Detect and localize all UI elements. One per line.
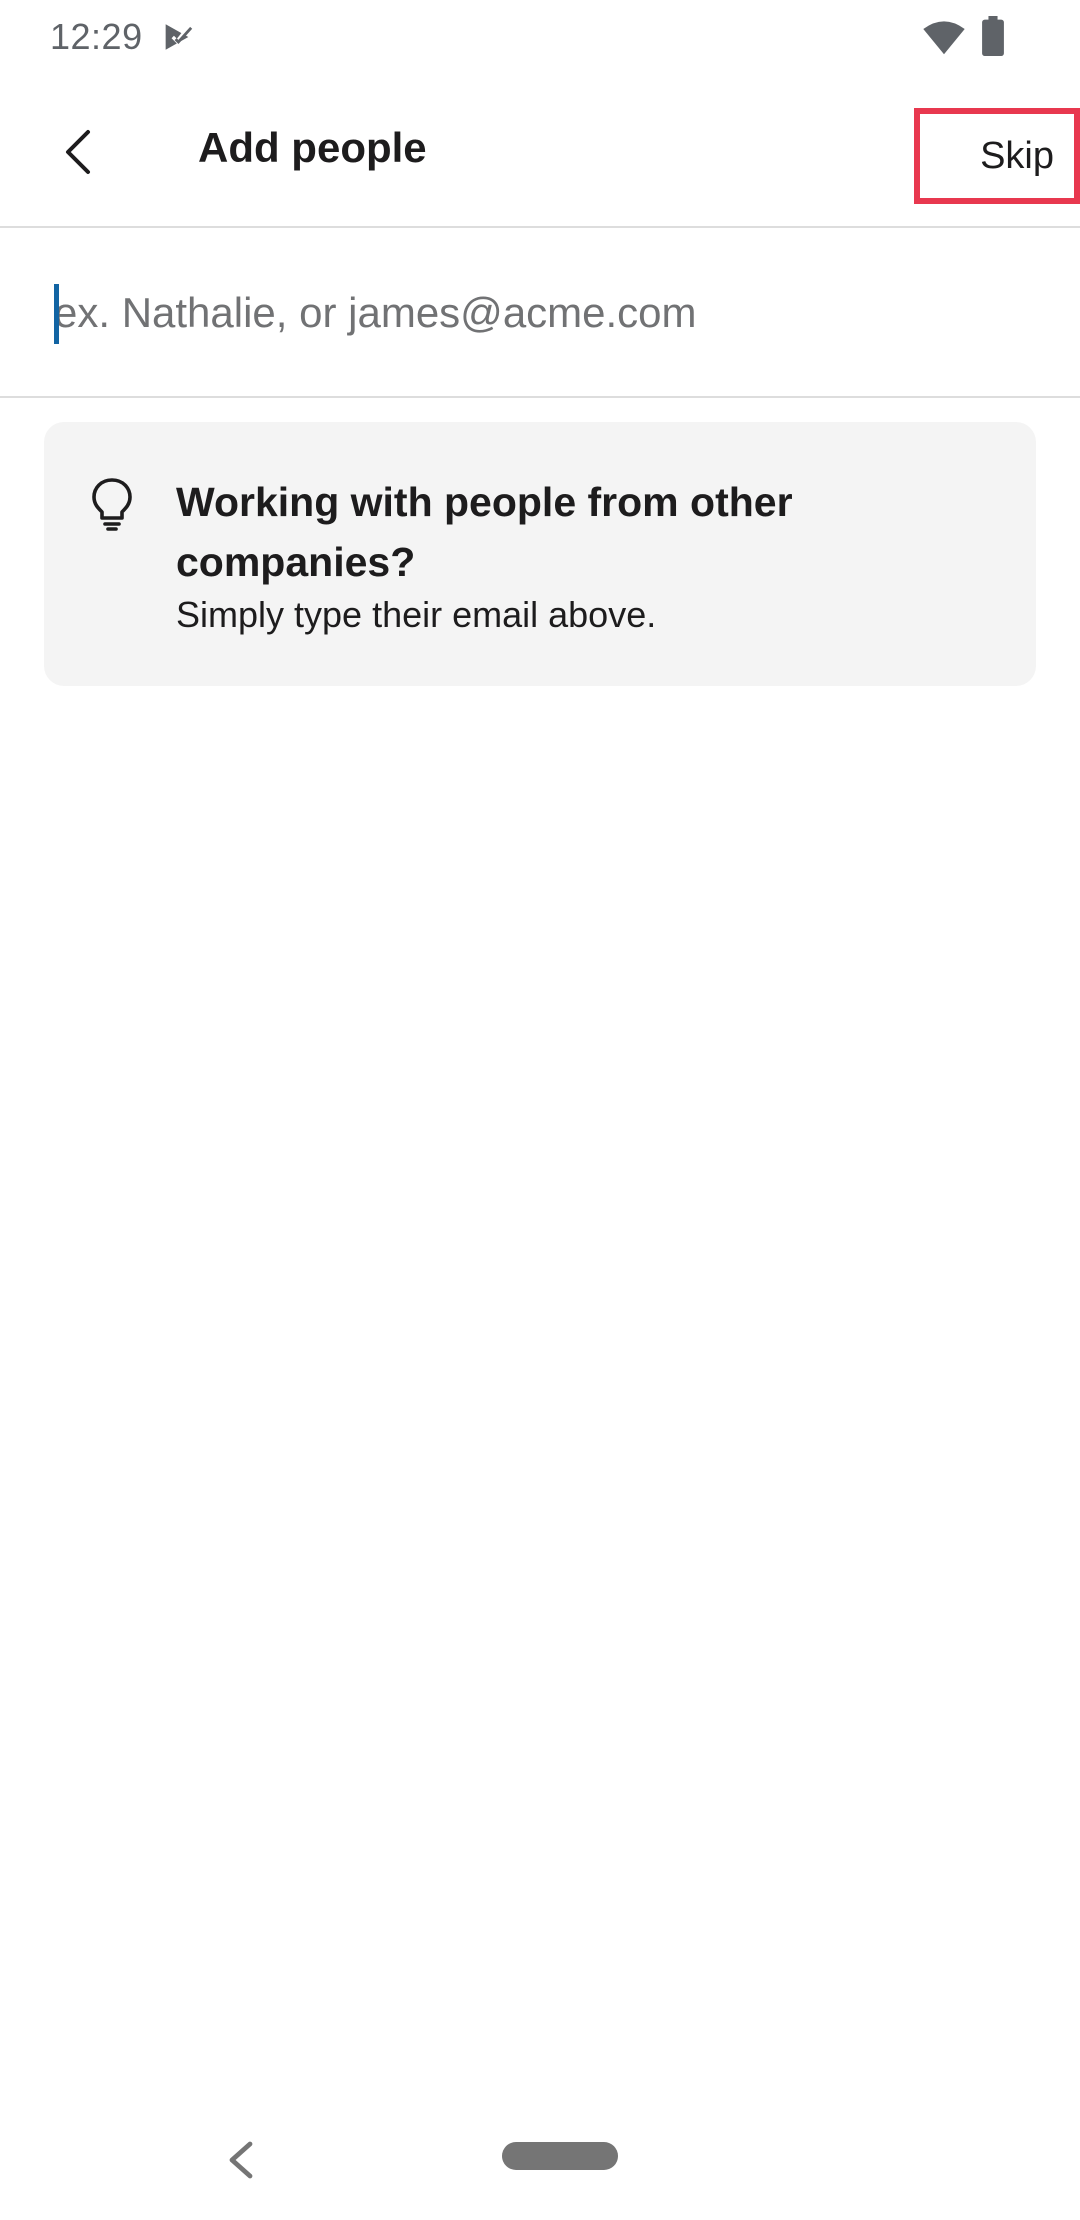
system-nav-bar: [0, 2100, 1080, 2220]
status-time: 12:29: [50, 16, 143, 57]
app-bar: Add people Skip: [0, 76, 1080, 228]
tip-body: Simply type their email above.: [176, 594, 657, 635]
add-people-screen: 12:29 Add people Skip ex. Nathalie, or j…: [0, 0, 1080, 2220]
lightbulb-icon: [92, 478, 132, 531]
chevron-left-icon: [66, 130, 90, 174]
wifi-icon: [923, 21, 965, 55]
tip-card: Working with people from other companies…: [44, 422, 1036, 686]
battery-icon: [982, 16, 1004, 56]
notification-check-icon: [165, 24, 193, 50]
text-cursor: [54, 284, 59, 344]
back-button[interactable]: [44, 116, 110, 188]
add-people-input-row: [0, 228, 1080, 398]
home-pill-icon[interactable]: [502, 2142, 618, 2170]
nav-back-icon[interactable]: [224, 2140, 256, 2180]
people-search-input[interactable]: [54, 272, 1034, 354]
status-bar: 12:29: [0, 0, 1080, 76]
page-title: Add people: [198, 124, 427, 171]
tip-title: Working with people from other companies…: [176, 479, 793, 585]
skip-button[interactable]: Skip: [914, 108, 1080, 204]
skip-button-label: Skip: [980, 134, 1054, 177]
